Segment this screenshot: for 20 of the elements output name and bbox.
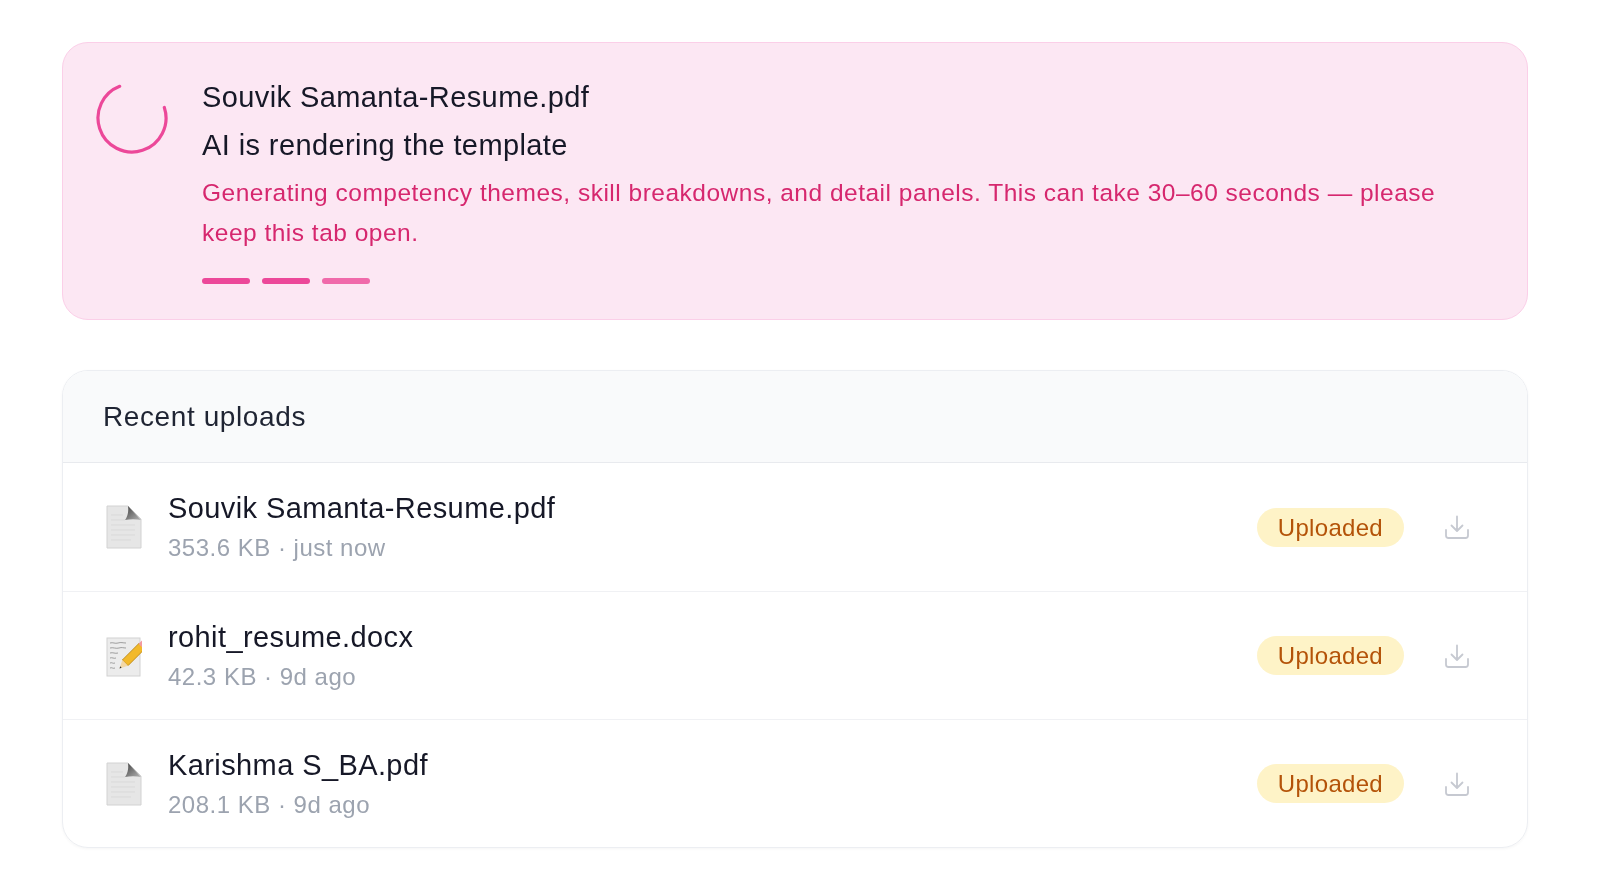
file-meta: 208.1 KB · 9d ago (168, 789, 370, 820)
status-badge: Uploaded (1256, 507, 1404, 547)
status-badge: Uploaded (1256, 764, 1404, 803)
status-badge: Uploaded (1256, 636, 1404, 675)
download-icon[interactable] (1444, 770, 1470, 797)
file-name: Souvik Samanta-Resume.pdf (202, 80, 590, 114)
file-name: rohit_resume.docx (168, 619, 414, 654)
download-icon[interactable] (1444, 514, 1470, 540)
panel-title: Recent uploads (103, 400, 306, 433)
download-icon[interactable] (1444, 642, 1470, 669)
file-name: Souvik Samanta-Resume.pdf (168, 491, 556, 525)
document-icon (106, 761, 142, 806)
spinner-icon (96, 82, 168, 154)
document-icon (106, 505, 142, 549)
file-meta: 42.3 KB · 9d ago (168, 661, 357, 692)
status-message: Generating competency themes, skill breakdowns, and detail panels. This can take 30–60 seconds — please keep this tab open. (202, 178, 1437, 248)
status-heading: AI is rendering the template (202, 128, 568, 162)
file-meta: 353.6 KB · just now (168, 533, 386, 563)
loading-dashes-icon (202, 278, 370, 284)
file-name: Karishma S_BA.pdf (168, 747, 428, 782)
